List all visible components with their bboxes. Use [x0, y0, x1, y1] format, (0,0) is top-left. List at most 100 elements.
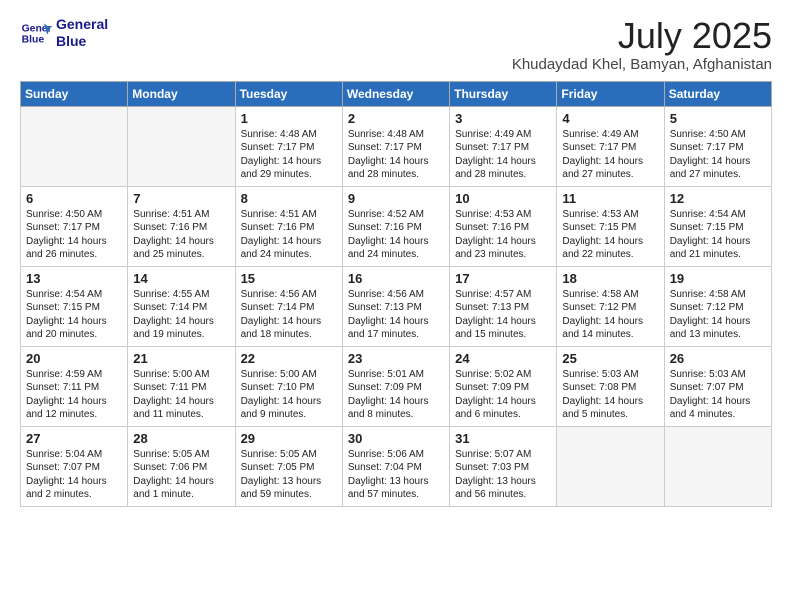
- day-number: 12: [670, 191, 766, 206]
- day-number: 14: [133, 271, 229, 286]
- cell-info: Sunrise: 4:53 AMSunset: 7:16 PMDaylight:…: [455, 208, 551, 262]
- calendar-cell: 27 Sunrise: 5:04 AMSunset: 7:07 PMDayligh…: [21, 426, 128, 506]
- calendar-cell: 13 Sunrise: 4:54 AMSunset: 7:15 PMDayligh…: [21, 266, 128, 346]
- col-header-monday: Monday: [128, 81, 235, 106]
- calendar-cell: 8 Sunrise: 4:51 AMSunset: 7:16 PMDaylight…: [235, 186, 342, 266]
- calendar-cell: 19 Sunrise: 4:58 AMSunset: 7:12 PMDayligh…: [664, 266, 771, 346]
- calendar-cell: 22 Sunrise: 5:00 AMSunset: 7:10 PMDayligh…: [235, 346, 342, 426]
- cell-info: Sunrise: 4:48 AMSunset: 7:17 PMDaylight:…: [241, 128, 337, 182]
- calendar-cell: 31Sunrise: 5:07 AMSunset: 7:03 PMDayligh…: [450, 426, 557, 506]
- calendar-cell: 30 Sunrise: 5:06 AMSunset: 7:04 PMDayligh…: [342, 426, 449, 506]
- calendar-cell: 2Sunrise: 4:48 AMSunset: 7:17 PMDaylight…: [342, 106, 449, 186]
- cell-info: Sunrise: 5:05 AMSunset: 7:05 PMDaylight:…: [241, 448, 337, 502]
- calendar-cell: 20 Sunrise: 4:59 AMSunset: 7:11 PMDayligh…: [21, 346, 128, 426]
- logo-line2: Blue: [56, 33, 108, 50]
- day-number: 23: [348, 351, 444, 366]
- day-number: 19: [670, 271, 766, 286]
- calendar-cell: 23Sunrise: 5:01 AMSunset: 7:09 PMDayligh…: [342, 346, 449, 426]
- calendar-table: SundayMondayTuesdayWednesdayThursdayFrid…: [20, 81, 772, 507]
- col-header-thursday: Thursday: [450, 81, 557, 106]
- calendar-cell: 4 Sunrise: 4:49 AMSunset: 7:17 PMDaylight…: [557, 106, 664, 186]
- calendar-cell: 12 Sunrise: 4:54 AMSunset: 7:15 PMDayligh…: [664, 186, 771, 266]
- cell-info: Sunrise: 4:56 AMSunset: 7:13 PMDaylight:…: [348, 288, 444, 342]
- calendar-cell: 1 Sunrise: 4:48 AMSunset: 7:17 PMDaylight…: [235, 106, 342, 186]
- day-number: 6: [26, 191, 122, 206]
- cell-info: Sunrise: 4:59 AMSunset: 7:11 PMDaylight:…: [26, 368, 122, 422]
- day-number: 13: [26, 271, 122, 286]
- logo-line1: General: [56, 16, 108, 33]
- calendar-cell: 6Sunrise: 4:50 AMSunset: 7:17 PMDaylight…: [21, 186, 128, 266]
- calendar-cell: 21Sunrise: 5:00 AMSunset: 7:11 PMDayligh…: [128, 346, 235, 426]
- week-row-1: 6Sunrise: 4:50 AMSunset: 7:17 PMDaylight…: [21, 186, 772, 266]
- cell-info: Sunrise: 4:58 AMSunset: 7:12 PMDaylight:…: [562, 288, 658, 342]
- week-row-3: 20 Sunrise: 4:59 AMSunset: 7:11 PMDayligh…: [21, 346, 772, 426]
- cell-info: Sunrise: 5:03 AMSunset: 7:07 PMDaylight:…: [670, 368, 766, 422]
- calendar-cell: 26 Sunrise: 5:03 AMSunset: 7:07 PMDayligh…: [664, 346, 771, 426]
- week-row-0: 1 Sunrise: 4:48 AMSunset: 7:17 PMDaylight…: [21, 106, 772, 186]
- cell-info: Sunrise: 4:49 AMSunset: 7:17 PMDaylight:…: [562, 128, 658, 182]
- day-number: 11: [562, 191, 658, 206]
- day-number: 18: [562, 271, 658, 286]
- cell-info: Sunrise: 5:00 AMSunset: 7:10 PMDaylight:…: [241, 368, 337, 422]
- day-number: 27: [26, 431, 122, 446]
- week-row-2: 13 Sunrise: 4:54 AMSunset: 7:15 PMDayligh…: [21, 266, 772, 346]
- logo: General Blue General Blue: [20, 16, 108, 50]
- day-number: 21: [133, 351, 229, 366]
- calendar-cell: 29 Sunrise: 5:05 AMSunset: 7:05 PMDayligh…: [235, 426, 342, 506]
- day-number: 25: [562, 351, 658, 366]
- day-number: 30: [348, 431, 444, 446]
- day-number: 9: [348, 191, 444, 206]
- header-row: SundayMondayTuesdayWednesdayThursdayFrid…: [21, 81, 772, 106]
- col-header-tuesday: Tuesday: [235, 81, 342, 106]
- cell-info: Sunrise: 5:05 AMSunset: 7:06 PMDaylight:…: [133, 448, 229, 502]
- calendar-cell: [21, 106, 128, 186]
- day-number: 15: [241, 271, 337, 286]
- day-number: 20: [26, 351, 122, 366]
- logo-icon: General Blue: [20, 17, 52, 49]
- cell-info: Sunrise: 4:51 AMSunset: 7:16 PMDaylight:…: [133, 208, 229, 262]
- day-number: 24: [455, 351, 551, 366]
- calendar-cell: 10 Sunrise: 4:53 AMSunset: 7:16 PMDayligh…: [450, 186, 557, 266]
- header: General Blue General Blue July 2025 Khud…: [20, 16, 772, 73]
- calendar-cell: 3Sunrise: 4:49 AMSunset: 7:17 PMDaylight…: [450, 106, 557, 186]
- cell-info: Sunrise: 5:06 AMSunset: 7:04 PMDaylight:…: [348, 448, 444, 502]
- col-header-saturday: Saturday: [664, 81, 771, 106]
- calendar-cell: 18 Sunrise: 4:58 AMSunset: 7:12 PMDayligh…: [557, 266, 664, 346]
- day-number: 1: [241, 111, 337, 126]
- calendar-cell: 9 Sunrise: 4:52 AMSunset: 7:16 PMDaylight…: [342, 186, 449, 266]
- day-number: 8: [241, 191, 337, 206]
- cell-info: Sunrise: 4:54 AMSunset: 7:15 PMDaylight:…: [670, 208, 766, 262]
- cell-info: Sunrise: 5:04 AMSunset: 7:07 PMDaylight:…: [26, 448, 122, 502]
- col-header-wednesday: Wednesday: [342, 81, 449, 106]
- calendar-cell: 15Sunrise: 4:56 AMSunset: 7:14 PMDayligh…: [235, 266, 342, 346]
- calendar-cell: 7Sunrise: 4:51 AMSunset: 7:16 PMDaylight…: [128, 186, 235, 266]
- day-number: 26: [670, 351, 766, 366]
- day-number: 28: [133, 431, 229, 446]
- week-row-4: 27 Sunrise: 5:04 AMSunset: 7:07 PMDayligh…: [21, 426, 772, 506]
- cell-info: Sunrise: 5:07 AMSunset: 7:03 PMDaylight:…: [455, 448, 551, 502]
- day-number: 10: [455, 191, 551, 206]
- day-number: 17: [455, 271, 551, 286]
- cell-info: Sunrise: 4:52 AMSunset: 7:16 PMDaylight:…: [348, 208, 444, 262]
- cell-info: Sunrise: 4:49 AMSunset: 7:17 PMDaylight:…: [455, 128, 551, 182]
- main-title: July 2025: [512, 16, 772, 56]
- calendar-cell: 11 Sunrise: 4:53 AMSunset: 7:15 PMDayligh…: [557, 186, 664, 266]
- col-header-friday: Friday: [557, 81, 664, 106]
- calendar-cell: 25 Sunrise: 5:03 AMSunset: 7:08 PMDayligh…: [557, 346, 664, 426]
- cell-info: Sunrise: 4:53 AMSunset: 7:15 PMDaylight:…: [562, 208, 658, 262]
- cell-info: Sunrise: 4:54 AMSunset: 7:15 PMDaylight:…: [26, 288, 122, 342]
- calendar-cell: [128, 106, 235, 186]
- cell-info: Sunrise: 4:48 AMSunset: 7:17 PMDaylight:…: [348, 128, 444, 182]
- calendar-cell: [557, 426, 664, 506]
- cell-info: Sunrise: 4:58 AMSunset: 7:12 PMDaylight:…: [670, 288, 766, 342]
- page: General Blue General Blue July 2025 Khud…: [0, 0, 792, 612]
- day-number: 16: [348, 271, 444, 286]
- day-number: 4: [562, 111, 658, 126]
- logo-text-block: General Blue: [56, 16, 108, 50]
- day-number: 29: [241, 431, 337, 446]
- day-number: 22: [241, 351, 337, 366]
- cell-info: Sunrise: 5:03 AMSunset: 7:08 PMDaylight:…: [562, 368, 658, 422]
- cell-info: Sunrise: 4:55 AMSunset: 7:14 PMDaylight:…: [133, 288, 229, 342]
- svg-text:Blue: Blue: [22, 34, 45, 45]
- cell-info: Sunrise: 4:51 AMSunset: 7:16 PMDaylight:…: [241, 208, 337, 262]
